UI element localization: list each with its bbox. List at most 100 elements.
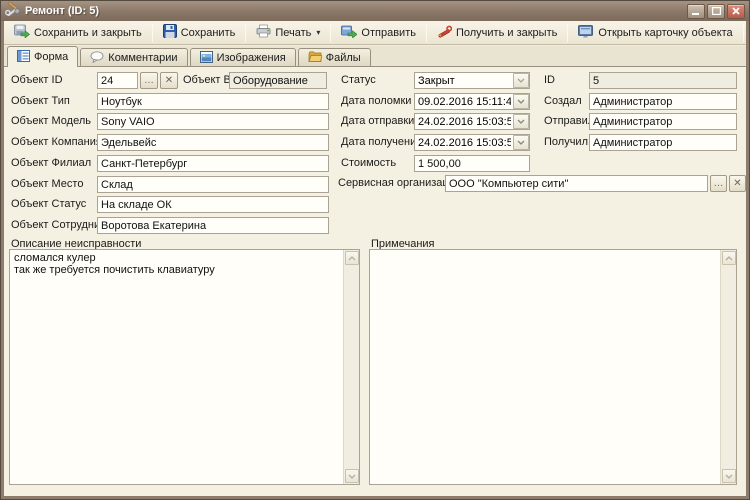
receive-close-icon [437, 24, 452, 41]
object-status-field[interactable] [97, 196, 329, 213]
app-body: Сохранить и закрыть Сохранить [4, 21, 746, 496]
close-button[interactable] [727, 4, 745, 19]
cost-field[interactable] [414, 155, 530, 172]
save-and-close-label: Сохранить и закрыть [34, 27, 142, 39]
tab-files[interactable]: Файлы [298, 48, 371, 67]
object-company-label: Объект Компания [11, 134, 102, 151]
object-model-label: Объект Модель [11, 113, 91, 130]
scroll-down-button[interactable] [722, 469, 736, 483]
sent-by-field[interactable] [589, 113, 737, 130]
object-employee-field[interactable] [97, 217, 329, 234]
received-by-field[interactable] [589, 134, 737, 151]
toolbar-separator [743, 24, 744, 42]
save-close-icon [14, 24, 30, 41]
status-label: Статус [341, 72, 376, 89]
form-tab-icon [17, 50, 30, 65]
window-title: Ремонт (ID: 5) [25, 5, 685, 17]
print-icon [256, 24, 271, 41]
save-and-close-button[interactable]: Сохранить и закрыть [7, 23, 149, 43]
clear-x-icon: ✕ [165, 76, 173, 86]
comments-tab-icon [90, 51, 104, 66]
service-org-field[interactable] [445, 175, 708, 192]
toolbar-separator [567, 24, 568, 42]
created-by-field[interactable] [589, 93, 737, 110]
object-place-field[interactable] [97, 176, 329, 193]
minimize-button[interactable] [687, 4, 705, 19]
date-sent-picker[interactable] [414, 113, 530, 130]
object-branch-label: Объект Филиал [11, 155, 91, 172]
chevron-down-icon [517, 78, 525, 83]
tab-strip: Форма Комментарии [4, 46, 746, 67]
ellipsis-icon: … [714, 179, 724, 189]
print-button[interactable]: Печать ▾ [249, 23, 327, 43]
service-org-clear-button[interactable]: ✕ [729, 175, 746, 192]
object-place-label: Объект Место [11, 176, 83, 193]
id-field[interactable] [589, 72, 737, 89]
date-sent-dropdown-button[interactable] [513, 114, 529, 129]
tab-images-label: Изображения [217, 52, 286, 64]
notes-textarea[interactable] [370, 250, 720, 484]
created-by-label: Создал [544, 93, 582, 110]
scroll-up-button[interactable] [722, 251, 736, 265]
send-label: Отправить [361, 27, 416, 39]
date-received-dropdown-button[interactable] [513, 135, 529, 150]
scroll-down-button[interactable] [345, 469, 359, 483]
object-type-label: Объект Тип [11, 93, 70, 110]
tab-form[interactable]: Форма [7, 46, 78, 67]
date-break-picker[interactable] [414, 93, 530, 110]
clear-x-icon: ✕ [733, 179, 741, 189]
description-scrollbar[interactable] [343, 250, 359, 484]
object-status-label: Объект Статус [11, 196, 86, 213]
save-button[interactable]: Сохранить [156, 23, 243, 43]
notes-scrollbar[interactable] [720, 250, 736, 484]
status-dropdown-button[interactable] [513, 73, 529, 88]
titlebar[interactable]: Ремонт (ID: 5) [1, 1, 749, 21]
save-icon [163, 24, 177, 41]
description-textarea[interactable]: сломался кулер так же требуется почистит… [10, 250, 343, 484]
send-button[interactable]: Отправить [334, 23, 423, 43]
send-icon [341, 24, 357, 41]
ellipsis-icon: … [144, 76, 154, 86]
object-model-field[interactable] [97, 113, 329, 130]
object-type-field[interactable] [97, 93, 329, 110]
save-label: Сохранить [181, 27, 236, 39]
maximize-button[interactable] [707, 4, 725, 19]
print-dropdown-arrow-icon: ▾ [316, 28, 320, 37]
receive-and-close-button[interactable]: Получить и закрыть [430, 23, 564, 43]
received-by-label: Получил [544, 134, 588, 151]
toolbar: Сохранить и закрыть Сохранить [4, 21, 746, 45]
status-combobox[interactable] [414, 72, 530, 89]
service-org-browse-button[interactable]: … [710, 175, 727, 192]
open-card-icon [578, 25, 594, 41]
tools-icon [5, 2, 20, 21]
object-kind-field[interactable] [229, 72, 327, 89]
object-id-browse-button[interactable]: … [140, 72, 158, 89]
open-object-card-label: Открыть карточку объекта [598, 27, 732, 39]
chevron-down-icon [517, 119, 525, 124]
repair-window: Ремонт (ID: 5) Сохранить [0, 0, 750, 500]
receive-and-close-label: Получить и закрыть [456, 27, 557, 39]
sent-by-label: Отправил [544, 113, 594, 130]
date-received-picker[interactable] [414, 134, 530, 151]
open-object-card-button[interactable]: Открыть карточку объекта [571, 23, 739, 43]
tab-images[interactable]: Изображения [190, 48, 296, 67]
object-company-field[interactable] [97, 134, 329, 151]
scroll-up-button[interactable] [345, 251, 359, 265]
object-employee-label: Объект Сотрудник [11, 217, 105, 234]
chevron-down-icon [517, 99, 525, 104]
date-break-dropdown-button[interactable] [513, 94, 529, 109]
tab-form-label: Форма [34, 51, 68, 63]
object-id-label: Объект ID [11, 72, 63, 89]
files-tab-icon [308, 51, 322, 66]
toolbar-separator [245, 24, 246, 42]
print-label: Печать [275, 27, 311, 39]
object-id-field[interactable] [97, 72, 138, 89]
object-branch-field[interactable] [97, 155, 329, 172]
images-tab-icon [200, 51, 213, 66]
date-break-label: Дата поломки [341, 93, 411, 110]
object-id-clear-button[interactable]: ✕ [160, 72, 178, 89]
toolbar-separator [426, 24, 427, 42]
tab-files-label: Файлы [326, 52, 361, 64]
tab-comments[interactable]: Комментарии [80, 48, 187, 67]
chevron-down-icon [517, 140, 525, 145]
